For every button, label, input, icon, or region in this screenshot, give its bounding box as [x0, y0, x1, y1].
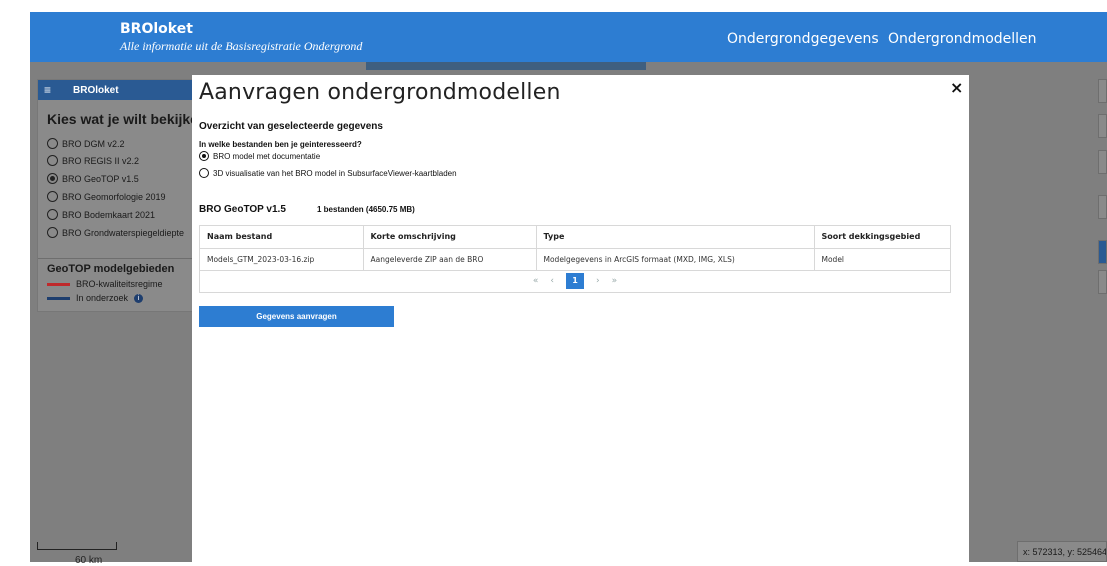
table-cell: Model [814, 248, 950, 271]
layer-option[interactable]: BRO Grondwaterspiegeldiepte [47, 227, 184, 238]
top-header: BROloket Alle informatie uit de Basisreg… [30, 12, 1107, 62]
prev-page-icon[interactable]: ‹ [550, 276, 554, 286]
layer-option[interactable]: BRO Geomorfologie 2019 [47, 191, 166, 202]
scale-label: 60 km [75, 555, 103, 566]
layer-option[interactable]: BRO GeoTOP v1.5 [47, 173, 139, 184]
radio-icon [47, 227, 58, 238]
column-header[interactable]: Type [536, 226, 815, 249]
hamburger-icon[interactable]: ≡ [44, 83, 56, 97]
column-header[interactable]: Soort dekkingsgebied [814, 226, 950, 249]
layer-panel-prompt: Kies wat je wilt bekijken [47, 111, 207, 127]
info-icon[interactable]: i [134, 293, 144, 303]
radio-icon [47, 209, 58, 220]
table-cell: Aangeleverde ZIP aan de BRO [363, 248, 537, 271]
layer-option-label: BRO REGIS II v2.2 [62, 155, 140, 166]
nav-ondergrondgegevens[interactable]: Ondergrondgegevens [727, 31, 879, 47]
layer-panel-title: BROloket [73, 85, 119, 96]
current-page[interactable]: 1 [566, 273, 584, 290]
last-page-icon[interactable]: » [612, 276, 618, 286]
radio-selected-icon [47, 173, 58, 184]
layer-option[interactable]: BRO DGM v2.2 [47, 138, 125, 149]
request-data-button[interactable]: Gegevens aanvragen [199, 306, 394, 327]
map-control-button[interactable] [1098, 79, 1107, 103]
legend-divider [38, 258, 196, 259]
map-control-button[interactable] [1098, 270, 1107, 294]
brand-title[interactable]: BROloket [120, 21, 193, 37]
column-header[interactable]: Naam bestand [200, 226, 364, 249]
coordinate-readout: x: 572313, y: 525464 [1017, 541, 1107, 562]
layer-panel-header: ≡ BROloket [38, 80, 198, 100]
files-table: Naam bestand Korte omschrijving Type Soo… [199, 225, 951, 293]
radio-icon [47, 155, 58, 166]
legend-line-red [47, 282, 70, 286]
table-row[interactable]: Models_GTM_2023-03-16.zip Aangeleverde Z… [200, 248, 950, 271]
layer-option-label: BRO DGM v2.2 [62, 138, 125, 149]
dialog-title: Aanvragen ondergrondmodellen [199, 80, 561, 105]
legend-title: GeoTOP modelgebieden [47, 263, 175, 275]
file-type-question: In welke bestanden ben je geinteresseerd… [199, 140, 362, 149]
radio-selected-icon[interactable] [199, 151, 209, 161]
legend-line-blue [47, 296, 70, 300]
table-cell: Modelgegevens in ArcGIS formaat (MXD, IM… [536, 248, 815, 271]
layer-option-label: BRO Bodemkaart 2021 [62, 209, 156, 220]
nav-ondergrondmodellen[interactable]: Ondergrondmodellen [888, 31, 1037, 47]
layer-option-label: BRO Grondwaterspiegeldiepte [62, 227, 185, 238]
radio-icon [47, 138, 58, 149]
legend-item: BRO-kwaliteitsregime [47, 279, 163, 289]
map-control-button[interactable] [1098, 195, 1107, 219]
dataset-name: BRO GeoTOP v1.5 [199, 204, 286, 215]
map-overlay-strip [366, 62, 646, 70]
choice-model-documentation[interactable]: BRO model met documentatie [199, 151, 320, 161]
dialog-subtitle: Overzicht van geselecteerde gegevens [199, 121, 383, 132]
radio-icon[interactable] [199, 168, 209, 178]
column-header[interactable]: Korte omschrijving [363, 226, 537, 249]
legend-item-label: BRO-kwaliteitsregime [76, 279, 163, 289]
first-page-icon[interactable]: « [533, 276, 539, 286]
radio-icon [47, 191, 58, 202]
layer-option[interactable]: BRO Bodemkaart 2021 [47, 209, 155, 220]
pagination-row: « ‹ 1 › » [200, 270, 950, 292]
choice-label: BRO model met documentatie [213, 151, 321, 161]
layer-option-label: BRO GeoTOP v1.5 [62, 173, 139, 184]
choice-label: 3D visualisatie van het BRO model in Sub… [213, 168, 457, 178]
layer-option[interactable]: BRO REGIS II v2.2 [47, 155, 139, 166]
scale-bar [37, 542, 117, 550]
request-models-dialog: × Aanvragen ondergrondmodellen Overzicht… [192, 75, 969, 562]
table-cell: Models_GTM_2023-03-16.zip [200, 248, 364, 271]
map-control-button[interactable] [1098, 150, 1107, 174]
close-icon[interactable]: × [950, 78, 963, 97]
map-control-button-active[interactable] [1098, 240, 1107, 264]
next-page-icon[interactable]: › [596, 276, 600, 286]
pagination: « ‹ 1 › » [533, 273, 618, 290]
choice-3d-visualisation[interactable]: 3D visualisatie van het BRO model in Sub… [199, 168, 457, 178]
legend-item: In onderzoek i [47, 293, 144, 303]
layer-panel: ≡ BROloket Kies wat je wilt bekijken BRO… [37, 79, 207, 312]
dataset-file-count: 1 bestanden (4650.75 MB) [317, 205, 415, 214]
layer-option-label: BRO Geomorfologie 2019 [62, 191, 166, 202]
table-header-row: Naam bestand Korte omschrijving Type Soo… [200, 226, 950, 249]
map-control-button[interactable] [1098, 114, 1107, 138]
brand-subtitle: Alle informatie uit de Basisregistratie … [120, 39, 363, 53]
legend-item-label: In onderzoek [76, 293, 129, 303]
